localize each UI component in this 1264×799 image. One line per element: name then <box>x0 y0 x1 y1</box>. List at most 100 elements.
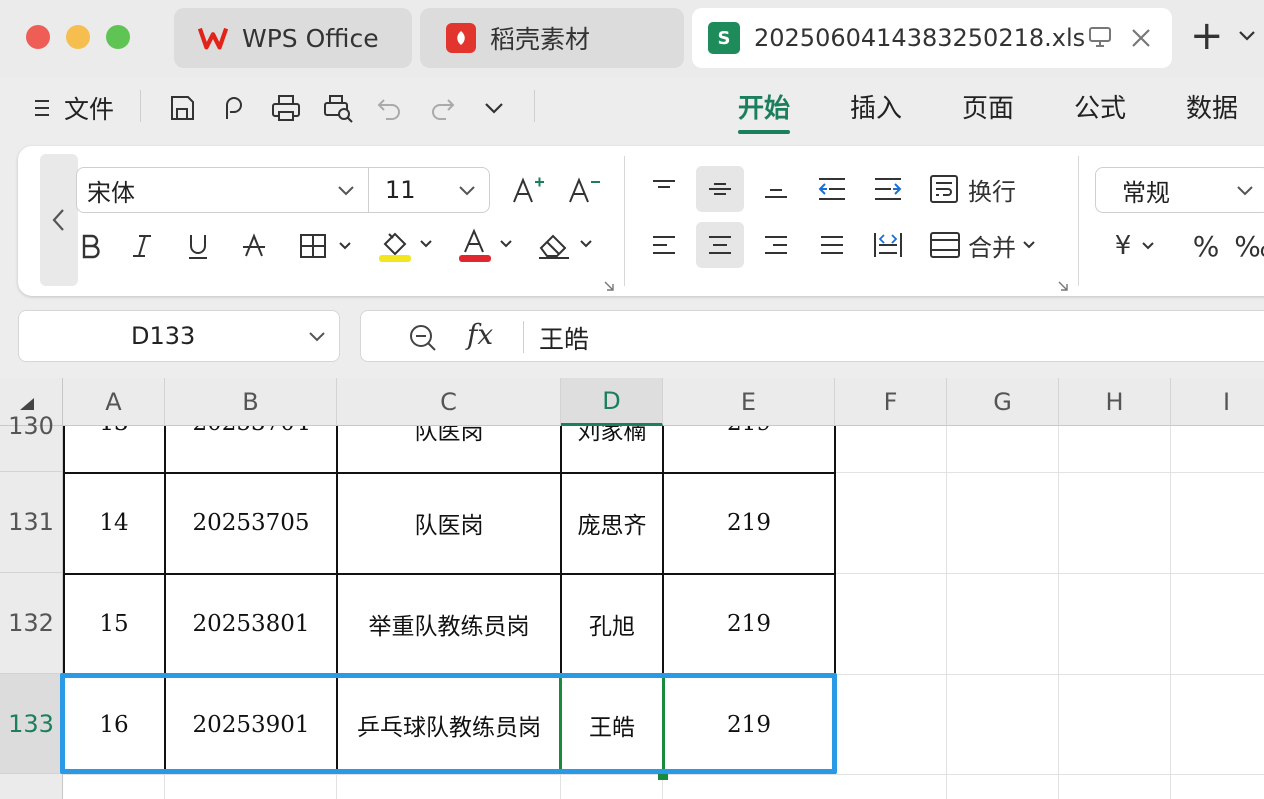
wps-logo-icon <box>198 23 228 53</box>
table-cell[interactable]: 20253704 <box>166 426 336 472</box>
gridline <box>164 774 165 799</box>
font-size-value: 11 <box>385 176 416 204</box>
gridline <box>1170 426 1171 799</box>
align-bottom-icon[interactable] <box>752 166 800 212</box>
table-cell[interactable]: 刘家楠 <box>562 426 662 472</box>
table-cell[interactable]: 219 <box>664 426 834 472</box>
column-header-c[interactable]: C <box>337 378 561 426</box>
clear-format-icon[interactable] <box>536 226 598 266</box>
column-header-a[interactable]: A <box>63 378 165 426</box>
ribbon-scroll-left-button[interactable] <box>40 154 78 286</box>
font-color-icon[interactable] <box>456 226 518 266</box>
column-header-i[interactable]: I <box>1171 378 1264 426</box>
save-icon[interactable] <box>166 92 198 124</box>
fill-color-icon[interactable] <box>376 226 438 266</box>
align-right-icon[interactable] <box>752 222 800 268</box>
chevron-down-icon[interactable] <box>1238 28 1256 47</box>
strikethrough-icon[interactable] <box>236 226 272 266</box>
row-header-131[interactable]: 131 <box>0 472 63 573</box>
table-cell[interactable]: 队医岗 <box>338 426 560 472</box>
align-top-icon[interactable] <box>640 166 688 212</box>
row-header-130[interactable]: 130 <box>0 412 63 472</box>
italic-icon[interactable] <box>124 226 160 266</box>
minimize-window-button[interactable] <box>66 25 90 49</box>
redo-icon[interactable] <box>426 92 458 124</box>
insert-function-button[interactable]: fx <box>467 318 493 351</box>
spreadsheet-s-icon: S <box>708 22 740 54</box>
table-cell[interactable]: 13 <box>64 426 164 472</box>
justify-icon[interactable] <box>808 222 856 268</box>
gridline <box>946 426 947 799</box>
tab-data[interactable]: 数据 <box>1186 88 1238 125</box>
tab-page[interactable]: 页面 <box>962 88 1014 125</box>
merge-cells-button[interactable]: 合并 <box>928 222 1058 268</box>
table-cell[interactable]: 庞思齐 <box>562 473 662 573</box>
table-cell[interactable]: 队医岗 <box>338 473 560 573</box>
borders-icon[interactable] <box>296 226 358 266</box>
column-header-e[interactable]: E <box>663 378 835 426</box>
tab-wps-office[interactable]: WPS Office <box>174 8 412 68</box>
table-cell[interactable]: 15 <box>64 574 164 674</box>
decrease-indent-icon[interactable] <box>808 166 856 212</box>
table-cell[interactable]: 14 <box>64 473 164 573</box>
close-window-button[interactable] <box>26 25 50 49</box>
column-header-f[interactable]: F <box>835 378 947 426</box>
font-dialog-launcher-icon[interactable] <box>604 276 614 295</box>
more-chevron-icon[interactable] <box>478 92 510 124</box>
align-center-icon[interactable] <box>696 222 744 268</box>
tab-docer[interactable]: 稻壳素材 <box>420 8 684 68</box>
table-cell[interactable]: 20253801 <box>166 574 336 674</box>
close-tab-icon[interactable] <box>1130 27 1152 53</box>
file-menu[interactable]: 文件 <box>64 90 114 126</box>
hamburger-menu-icon[interactable] <box>26 92 58 124</box>
font-name-select[interactable]: 宋体 <box>76 167 368 213</box>
spreadsheet-grid[interactable]: A B C D E F G H I 130 131 132 133 13 202… <box>0 378 1264 799</box>
column-header-d[interactable]: D <box>561 378 663 426</box>
row-header-133[interactable]: 133 <box>0 674 63 774</box>
number-format-select[interactable]: 常规 <box>1095 167 1264 213</box>
tab-formula[interactable]: 公式 <box>1074 88 1126 125</box>
distributed-align-icon[interactable] <box>864 222 912 268</box>
name-box[interactable]: D133 <box>18 310 340 362</box>
thousands-separator-icon[interactable]: ‰ <box>1234 226 1264 266</box>
new-tab-button[interactable]: + <box>1190 16 1224 56</box>
increase-indent-icon[interactable] <box>864 166 912 212</box>
table-cell[interactable]: 219 <box>664 574 834 674</box>
merge-cells-icon <box>930 232 960 258</box>
table-border <box>63 472 836 474</box>
undo-icon[interactable] <box>374 92 406 124</box>
column-header-b[interactable]: B <box>165 378 337 426</box>
currency-format-button[interactable]: ¥ <box>1104 226 1166 266</box>
alignment-dialog-launcher-icon[interactable] <box>1058 276 1068 295</box>
print-icon[interactable] <box>270 92 302 124</box>
tab-home[interactable]: 开始 <box>738 88 790 125</box>
tab-insert[interactable]: 插入 <box>850 88 902 125</box>
print-preview-icon[interactable] <box>322 92 354 124</box>
bold-icon[interactable] <box>76 226 104 266</box>
table-cell[interactable]: 孔旭 <box>562 574 662 674</box>
formula-bar[interactable]: fx 王皓 <box>360 310 1264 362</box>
row-number: 130 <box>8 412 54 440</box>
align-left-icon[interactable] <box>640 222 688 268</box>
percent-format-button[interactable]: % <box>1188 226 1224 266</box>
underline-icon[interactable] <box>180 226 216 266</box>
zoom-formula-icon[interactable] <box>407 322 439 358</box>
export-pdf-icon[interactable] <box>218 92 250 124</box>
divider <box>1078 156 1079 286</box>
table-cell[interactable]: 举重队教练员岗 <box>338 574 560 674</box>
table-cell[interactable]: 20253705 <box>166 473 336 573</box>
decrease-font-size-icon[interactable] <box>564 170 604 210</box>
increase-font-size-icon[interactable] <box>508 170 548 210</box>
maximize-window-button[interactable] <box>106 25 130 49</box>
row-header-134[interactable] <box>0 774 63 799</box>
align-middle-icon[interactable] <box>696 166 744 212</box>
wrap-text-button[interactable]: 换行 <box>928 166 1038 212</box>
row-header-132[interactable]: 132 <box>0 573 63 674</box>
gridline <box>63 774 835 775</box>
table-cell[interactable]: 219 <box>664 473 834 573</box>
column-header-h[interactable]: H <box>1059 378 1171 426</box>
font-size-select[interactable]: 11 <box>368 167 490 213</box>
gridline <box>835 774 1264 775</box>
tab-spreadsheet-active[interactable]: S 20250604143832​50218.xls <box>692 8 1172 68</box>
column-header-g[interactable]: G <box>947 378 1059 426</box>
